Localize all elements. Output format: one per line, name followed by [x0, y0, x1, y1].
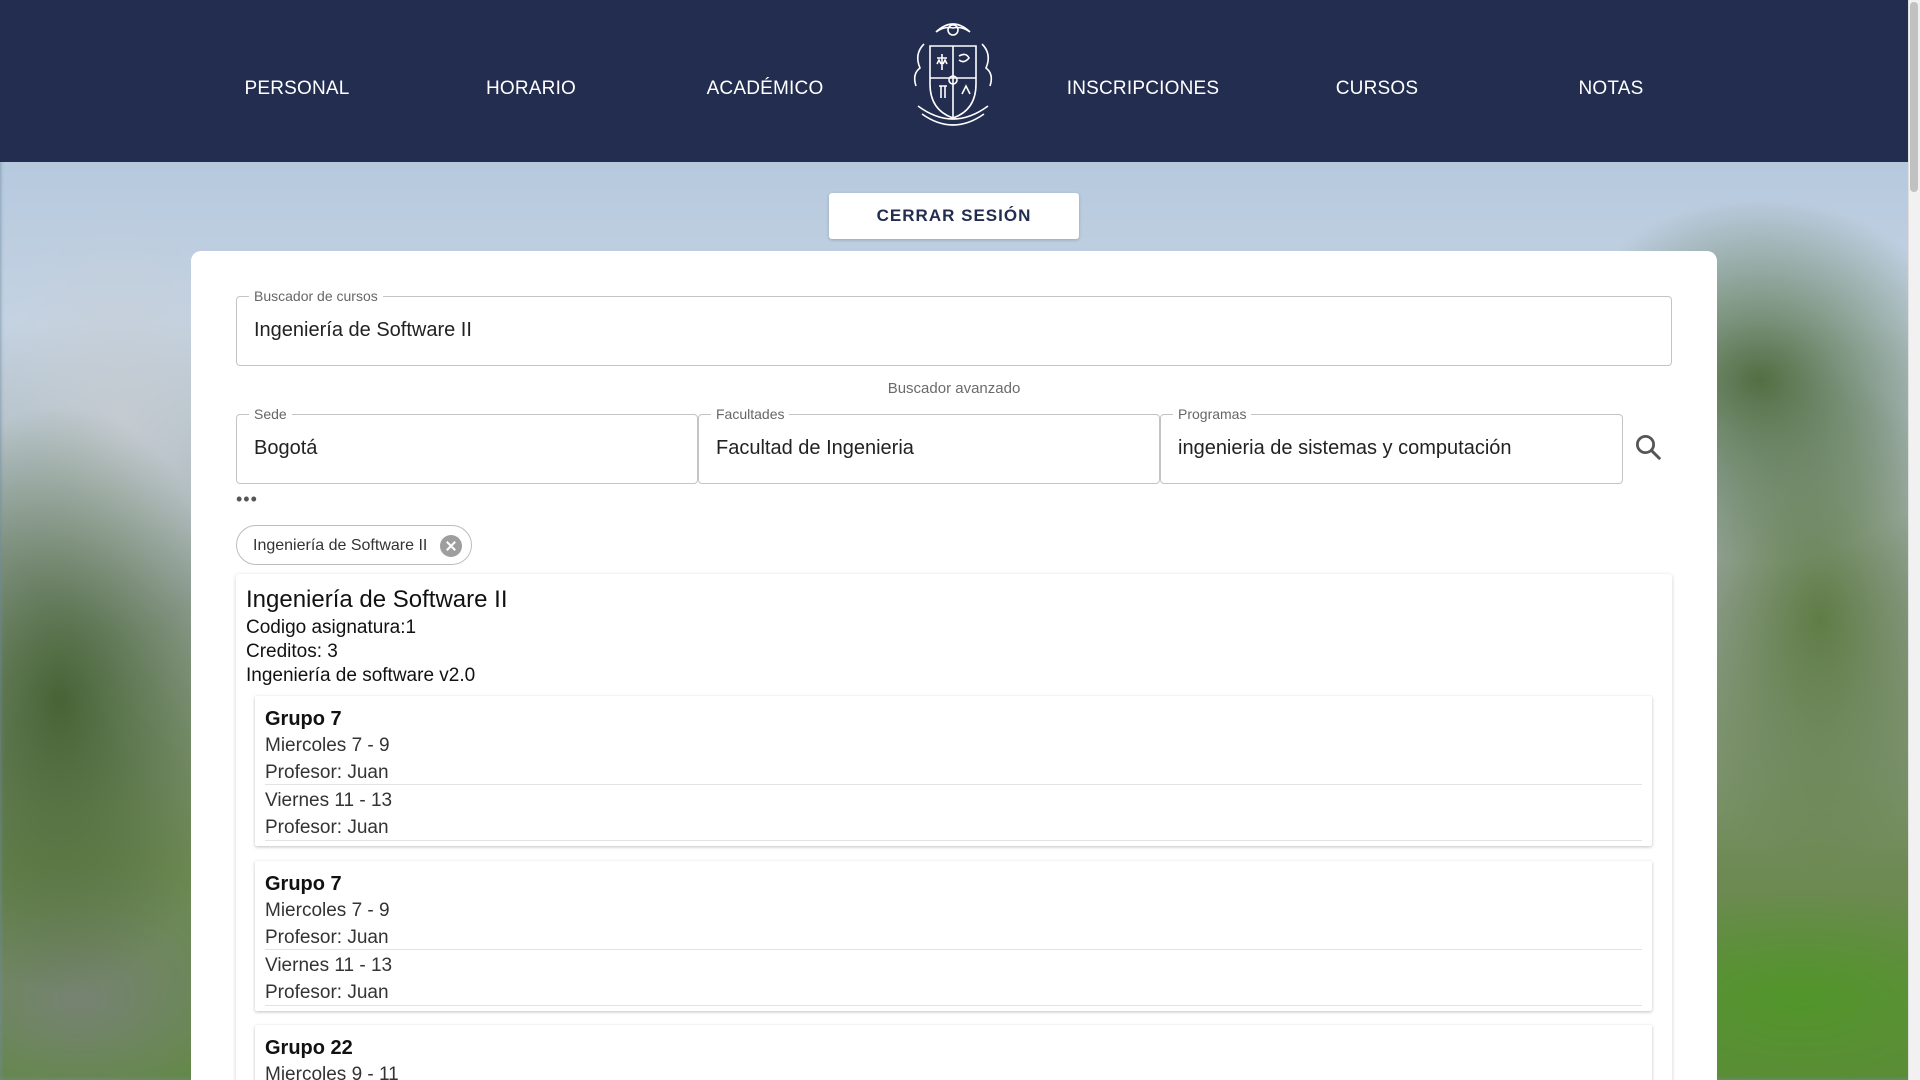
group-professor: Profesor: Juan	[265, 762, 389, 783]
programas-label: Programas	[1173, 406, 1252, 422]
facultades-label: Facultades	[711, 406, 790, 422]
course-title: Ingeniería de Software II	[246, 586, 508, 613]
group-schedule: Miercoles 7 - 9	[265, 900, 390, 921]
filter-chip[interactable]: Ingeniería de Software II	[236, 525, 472, 565]
group-schedule: Viernes 11 - 13	[265, 955, 393, 976]
university-crest-icon[interactable]	[906, 14, 1000, 136]
group-professor: Profesor: Juan	[265, 982, 389, 1003]
programas-select[interactable]: Programas ingenieria de sistemas y compu…	[1160, 406, 1623, 484]
nav-notas[interactable]: NOTAS	[1578, 78, 1643, 100]
group-divider	[265, 840, 1642, 841]
nav-personal[interactable]: PERSONAL	[244, 78, 349, 100]
filter-chip-label: Ingeniería de Software II	[253, 537, 428, 554]
course-result[interactable]: Ingeniería de Software II Codigo asignat…	[236, 574, 1672, 1080]
group-professor: Profesor: Juan	[265, 817, 389, 838]
group-divider	[265, 1005, 1642, 1006]
course-credits: Creditos: 3	[246, 641, 338, 662]
facultades-select[interactable]: Facultades Facultad de Ingenieria	[698, 406, 1160, 484]
course-search-label: Buscador de cursos	[249, 288, 383, 304]
group-divider	[265, 949, 1642, 950]
group-title: Grupo 22	[265, 1037, 353, 1059]
group-card[interactable]: Grupo 22 Miercoles 9 - 11	[255, 1025, 1652, 1080]
nav-inscripciones[interactable]: INSCRIPCIONES	[1067, 78, 1220, 100]
group-professor: Profesor: Juan	[265, 927, 389, 948]
group-schedule: Miercoles 9 - 11	[265, 1064, 399, 1080]
sede-select[interactable]: Sede Bogotá	[236, 406, 698, 484]
group-card[interactable]: Grupo 7 Miercoles 7 - 9 Profesor: Juan V…	[255, 861, 1652, 1011]
nav-horario[interactable]: HORARIO	[486, 78, 576, 100]
sede-value: Bogotá	[254, 437, 318, 459]
group-card[interactable]: Grupo 7 Miercoles 7 - 9 Profesor: Juan V…	[255, 696, 1652, 846]
chip-remove-icon[interactable]	[440, 535, 462, 557]
group-title: Grupo 7	[265, 873, 342, 895]
group-divider	[265, 784, 1642, 785]
facultades-value: Facultad de Ingenieria	[716, 437, 914, 459]
scrollbar-thumb[interactable]	[1910, 2, 1918, 192]
logout-button[interactable]: CERRAR SESIÓN	[829, 193, 1079, 239]
nav-academico[interactable]: ACADÉMICO	[707, 78, 824, 100]
programas-value: ingenieria de sistemas y computación	[1178, 437, 1512, 459]
course-search-value: Ingeniería de Software II	[254, 319, 472, 341]
sede-label: Sede	[249, 406, 292, 422]
course-code: Codigo asignatura:1	[246, 617, 417, 638]
top-nav-bar: PERSONAL HORARIO ACADÉMICO INSCRIPCIONES…	[0, 0, 1908, 162]
course-search-card: Buscador de cursos Ingeniería de Softwar…	[191, 251, 1717, 1080]
group-schedule: Miercoles 7 - 9	[265, 735, 390, 756]
course-description: Ingeniería de software v2.0	[246, 665, 476, 686]
group-schedule: Viernes 11 - 13	[265, 790, 393, 811]
search-icon[interactable]	[1633, 432, 1663, 462]
course-search-input[interactable]: Buscador de cursos Ingeniería de Softwar…	[236, 288, 1672, 366]
group-title: Grupo 7	[265, 708, 342, 730]
more-filters-button[interactable]: •••	[236, 490, 258, 508]
page-scrollbar[interactable]	[1908, 0, 1920, 1080]
nav-cursos[interactable]: CURSOS	[1336, 78, 1419, 100]
advanced-search-label: Buscador avanzado	[887, 380, 1021, 397]
